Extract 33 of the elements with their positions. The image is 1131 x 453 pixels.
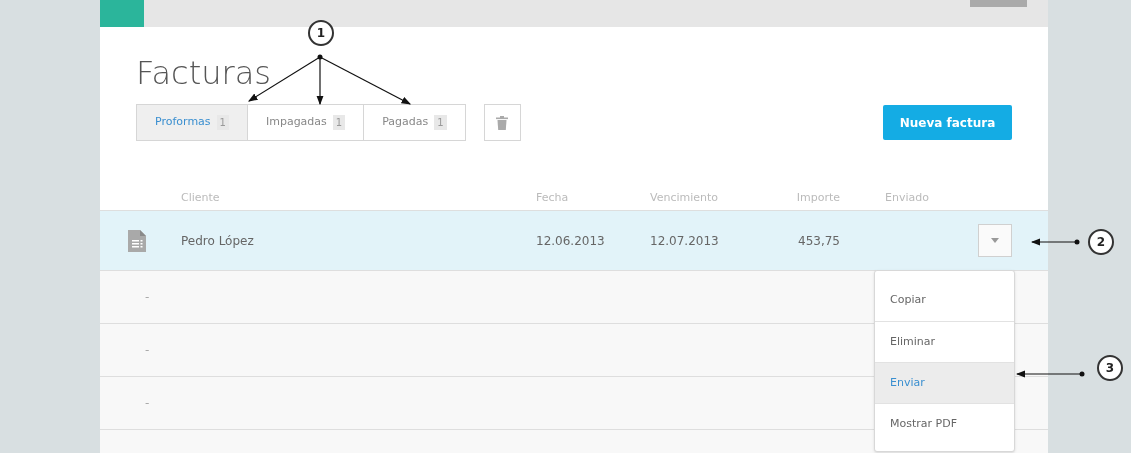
table-row[interactable]: Pedro López 12.06.2013 12.07.2013 453,75 xyxy=(100,210,1048,270)
callout-number: 3 xyxy=(1097,355,1123,381)
column-header: Enviado xyxy=(885,190,929,204)
callout-number: 2 xyxy=(1088,229,1114,255)
column-header: Vencimiento xyxy=(650,190,719,204)
arrow xyxy=(1030,238,1080,246)
menu-item[interactable]: Copiar xyxy=(875,280,1014,321)
table-cell: 12.07.2013 xyxy=(650,233,719,248)
top-bar-button[interactable] xyxy=(970,0,1027,7)
table-cell: 12.06.2013 xyxy=(536,233,605,248)
filter-tab[interactable]: Proformas 1 xyxy=(137,105,247,140)
trash-icon xyxy=(496,115,509,130)
page-title: Facturas xyxy=(136,53,271,93)
dropdown-button[interactable] xyxy=(978,224,1012,257)
column-header: Importe xyxy=(796,190,840,204)
count-badge: 1 xyxy=(216,115,229,130)
count-badge: 1 xyxy=(332,115,346,130)
column-header: Cliente xyxy=(181,190,220,204)
document-icon xyxy=(128,229,146,252)
delete-button[interactable] xyxy=(483,104,521,141)
app-logo xyxy=(100,0,144,27)
count-badge: 1 xyxy=(434,115,447,130)
caret-icon xyxy=(991,238,999,243)
menu-item[interactable]: Enviar xyxy=(875,362,1014,403)
new-invoice-button[interactable]: Nueva factura xyxy=(883,105,1012,140)
column-header: Fecha xyxy=(536,190,569,204)
table-cell: Pedro López xyxy=(181,233,254,248)
table-cell: 453,75 xyxy=(798,233,840,248)
table-cell: - xyxy=(145,396,150,410)
table-cell: - xyxy=(145,290,150,304)
arrow xyxy=(1015,370,1085,378)
menu-item[interactable]: Mostrar PDF xyxy=(875,403,1014,444)
table-cell: - xyxy=(145,343,150,357)
